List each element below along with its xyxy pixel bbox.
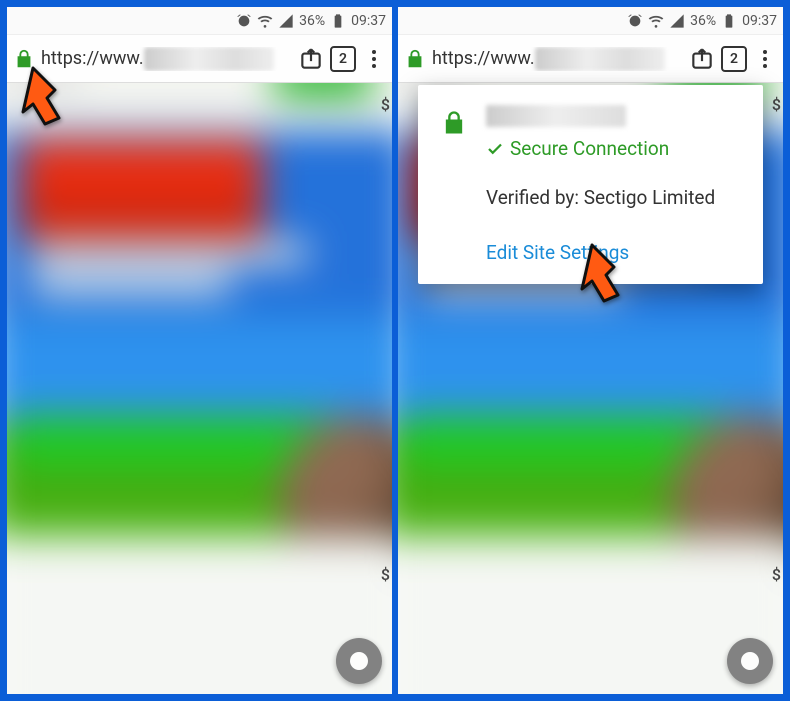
status-bar: 36% 09:37: [398, 7, 783, 35]
battery-text: 36%: [690, 13, 716, 29]
url-domain-blurred: [535, 47, 665, 71]
annotation-arrow: [562, 239, 632, 319]
check-icon: [486, 140, 504, 158]
lock-icon: [440, 109, 468, 141]
floating-action-button[interactable]: [336, 638, 382, 684]
address-bar[interactable]: https://www.: [432, 47, 683, 71]
dollar-sign: $: [381, 565, 390, 584]
webpage-content-blurred: [7, 83, 392, 694]
url-text: https://www.: [432, 48, 535, 69]
tabs-count: 2: [730, 51, 738, 67]
battery-text: 36%: [299, 13, 325, 29]
secure-connection-row: Secure Connection: [486, 137, 669, 160]
site-name-blurred: [486, 105, 626, 127]
left-screenshot: 36% 09:37 https://www. 2 $ $: [6, 6, 393, 695]
battery-icon: [721, 13, 737, 29]
alarm-icon: [627, 13, 643, 29]
battery-icon: [330, 13, 346, 29]
dollar-sign: $: [772, 95, 781, 114]
url-domain-blurred: [144, 47, 274, 71]
signal-icon: [278, 13, 294, 29]
dollar-sign: $: [381, 95, 390, 114]
wifi-icon: [257, 13, 273, 29]
more-menu-button[interactable]: [362, 50, 386, 68]
tabs-button[interactable]: 2: [330, 46, 356, 72]
signal-icon: [669, 13, 685, 29]
secure-connection-text: Secure Connection: [510, 137, 669, 160]
tabs-button[interactable]: 2: [721, 46, 747, 72]
share-icon[interactable]: [298, 46, 324, 72]
clock-text: 09:37: [742, 13, 777, 29]
url-bar[interactable]: https://www. 2: [398, 35, 783, 83]
status-bar: 36% 09:37: [7, 7, 392, 35]
annotation-arrow: [15, 62, 85, 142]
share-icon[interactable]: [689, 46, 715, 72]
right-screenshot: 36% 09:37 https://www. 2 $ $: [397, 6, 784, 695]
lock-icon[interactable]: [404, 48, 426, 70]
more-menu-button[interactable]: [753, 50, 777, 68]
verified-by-text: Verified by: Sectigo Limited: [486, 186, 743, 209]
wifi-icon: [648, 13, 664, 29]
clock-text: 09:37: [351, 13, 386, 29]
tabs-count: 2: [339, 51, 347, 67]
floating-action-button[interactable]: [727, 638, 773, 684]
dollar-sign: $: [772, 565, 781, 584]
alarm-icon: [236, 13, 252, 29]
